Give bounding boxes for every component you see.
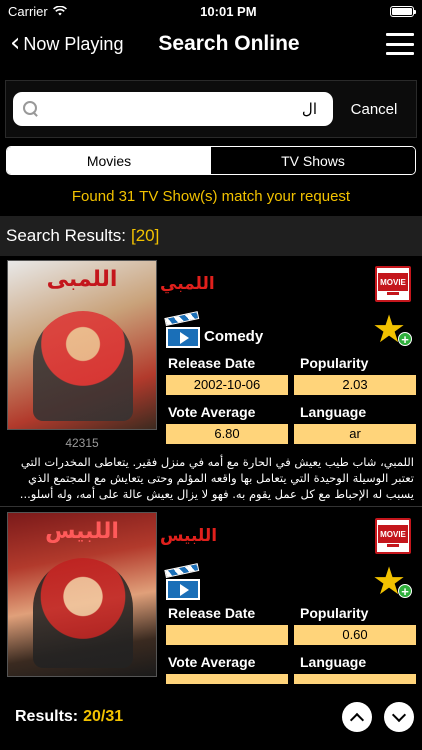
vote-average-label: Vote Average bbox=[168, 654, 256, 670]
favorite-star-add-icon[interactable]: ★ + bbox=[372, 562, 412, 602]
found-message: Found 31 TV Show(s) match your request bbox=[71, 188, 351, 205]
clock: 10:01 PM bbox=[200, 3, 257, 19]
popularity-label: Popularity bbox=[300, 605, 369, 621]
result-description: اللمبي، شاب طيب يعيش في الحارة مع أمه في… bbox=[19, 455, 414, 501]
result-title: اللمبي bbox=[160, 274, 215, 294]
carrier-label: Carrier bbox=[8, 3, 48, 19]
scroll-up-button[interactable] bbox=[342, 702, 372, 732]
search-input[interactable] bbox=[39, 100, 323, 118]
search-field[interactable] bbox=[13, 92, 333, 126]
scroll-down-button[interactable] bbox=[384, 702, 414, 732]
status-left: Carrier bbox=[8, 4, 67, 19]
cancel-button[interactable]: Cancel bbox=[339, 101, 409, 118]
result-item[interactable]: اللبيس اللبيس MOVIE ★ + Release Date Popu… bbox=[0, 512, 422, 694]
segment-movies[interactable]: Movies bbox=[7, 147, 211, 174]
navigation-bar: ‹ Now Playing Search Online bbox=[0, 22, 422, 66]
vote-average-label: Vote Average bbox=[168, 404, 256, 420]
language-label: Language bbox=[300, 404, 367, 420]
vote-average-value: 6.80 bbox=[166, 424, 288, 444]
back-button[interactable]: ‹ Now Playing bbox=[10, 27, 124, 58]
release-date-value bbox=[166, 625, 288, 645]
back-button-label: Now Playing bbox=[23, 33, 124, 54]
clapperboard-icon bbox=[164, 563, 200, 600]
poster-title-art: اللمبى bbox=[46, 267, 118, 292]
hamburger-menu-icon[interactable] bbox=[386, 33, 414, 55]
media-type-segmented-control: Movies TV Shows bbox=[6, 146, 416, 175]
search-icon bbox=[23, 101, 39, 117]
clapperboard-icon bbox=[164, 311, 200, 348]
release-date-label: Release Date bbox=[168, 355, 256, 371]
poster-id: 42315 bbox=[65, 436, 99, 450]
poster-image[interactable]: اللمبى bbox=[7, 260, 157, 430]
poster-title-art: اللبيس bbox=[45, 519, 119, 544]
battery-icon bbox=[389, 5, 416, 17]
language-label: Language bbox=[300, 654, 367, 670]
favorite-star-add-icon[interactable]: ★ + bbox=[372, 310, 412, 350]
results-header-label: Search Results: bbox=[6, 226, 126, 245]
language-value: ar bbox=[294, 424, 416, 444]
chevron-up-icon bbox=[349, 712, 365, 727]
release-date-label: Release Date bbox=[168, 605, 256, 621]
release-date-value: 2002-10-06 bbox=[166, 375, 288, 395]
poster-image[interactable]: اللبيس bbox=[7, 512, 157, 677]
popularity-value: 2.03 bbox=[294, 375, 416, 395]
chevron-down-icon bbox=[391, 707, 407, 722]
genre-label: Comedy bbox=[204, 328, 264, 345]
popularity-label: Popularity bbox=[300, 355, 369, 371]
results-footer: Results: 20/31 bbox=[0, 684, 422, 750]
movie-badge-icon: MOVIE bbox=[375, 266, 411, 302]
results-count-value: 20/31 bbox=[83, 708, 124, 725]
result-title: اللبيس bbox=[160, 526, 218, 546]
wifi-icon bbox=[52, 6, 67, 16]
search-bar: Cancel bbox=[5, 80, 417, 138]
results-header: Search Results: [20] bbox=[0, 216, 422, 256]
results-count-label: Results: bbox=[15, 708, 79, 725]
back-chevron-icon: ‹ bbox=[10, 27, 21, 58]
segment-tv-shows[interactable]: TV Shows bbox=[211, 147, 415, 174]
status-bar: Carrier 10:01 PM bbox=[0, 0, 422, 22]
results-header-count: [20] bbox=[131, 226, 160, 245]
result-item[interactable]: اللمبى 42315 اللمبي MOVIE Comedy ★ + Rele… bbox=[0, 260, 422, 507]
popularity-value: 0.60 bbox=[294, 625, 416, 645]
movie-badge-icon: MOVIE bbox=[375, 518, 411, 554]
